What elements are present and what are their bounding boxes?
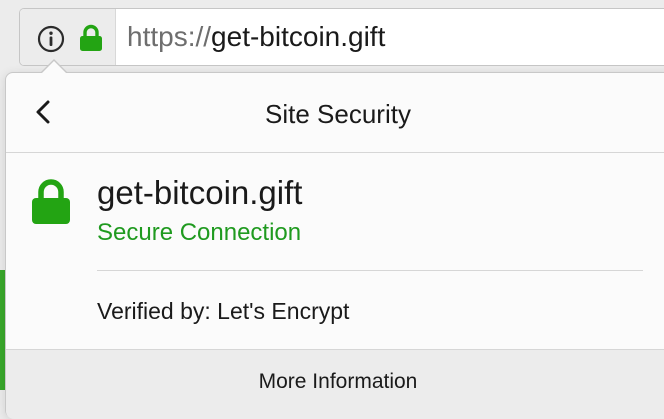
identity-box[interactable] (20, 9, 116, 65)
url-bar[interactable]: https://get-bitcoin.gift (19, 8, 664, 66)
url-host: get-bitcoin.gift (211, 21, 386, 52)
lock-icon (32, 179, 70, 224)
more-information-button[interactable]: More Information (6, 350, 664, 416)
divider (97, 270, 643, 271)
panel-footer: More Information (6, 349, 664, 419)
info-circle-icon[interactable] (37, 25, 65, 53)
lock-icon (80, 24, 102, 51)
url-scheme: https:// (127, 21, 212, 52)
certificate-verifier: Verified by: Let's Encrypt (97, 298, 350, 324)
connection-status: Secure Connection (97, 219, 302, 246)
site-security-panel: Site Security get-bitcoin.gift Secure Co… (5, 59, 664, 419)
panel-title: Site Security (265, 99, 411, 129)
site-host-name: get-bitcoin.gift (97, 174, 303, 211)
panel-header: Site Security (6, 73, 664, 153)
browser-toolbar: https://get-bitcoin.gift (0, 0, 664, 80)
url-text[interactable]: https://get-bitcoin.gift (127, 20, 385, 54)
